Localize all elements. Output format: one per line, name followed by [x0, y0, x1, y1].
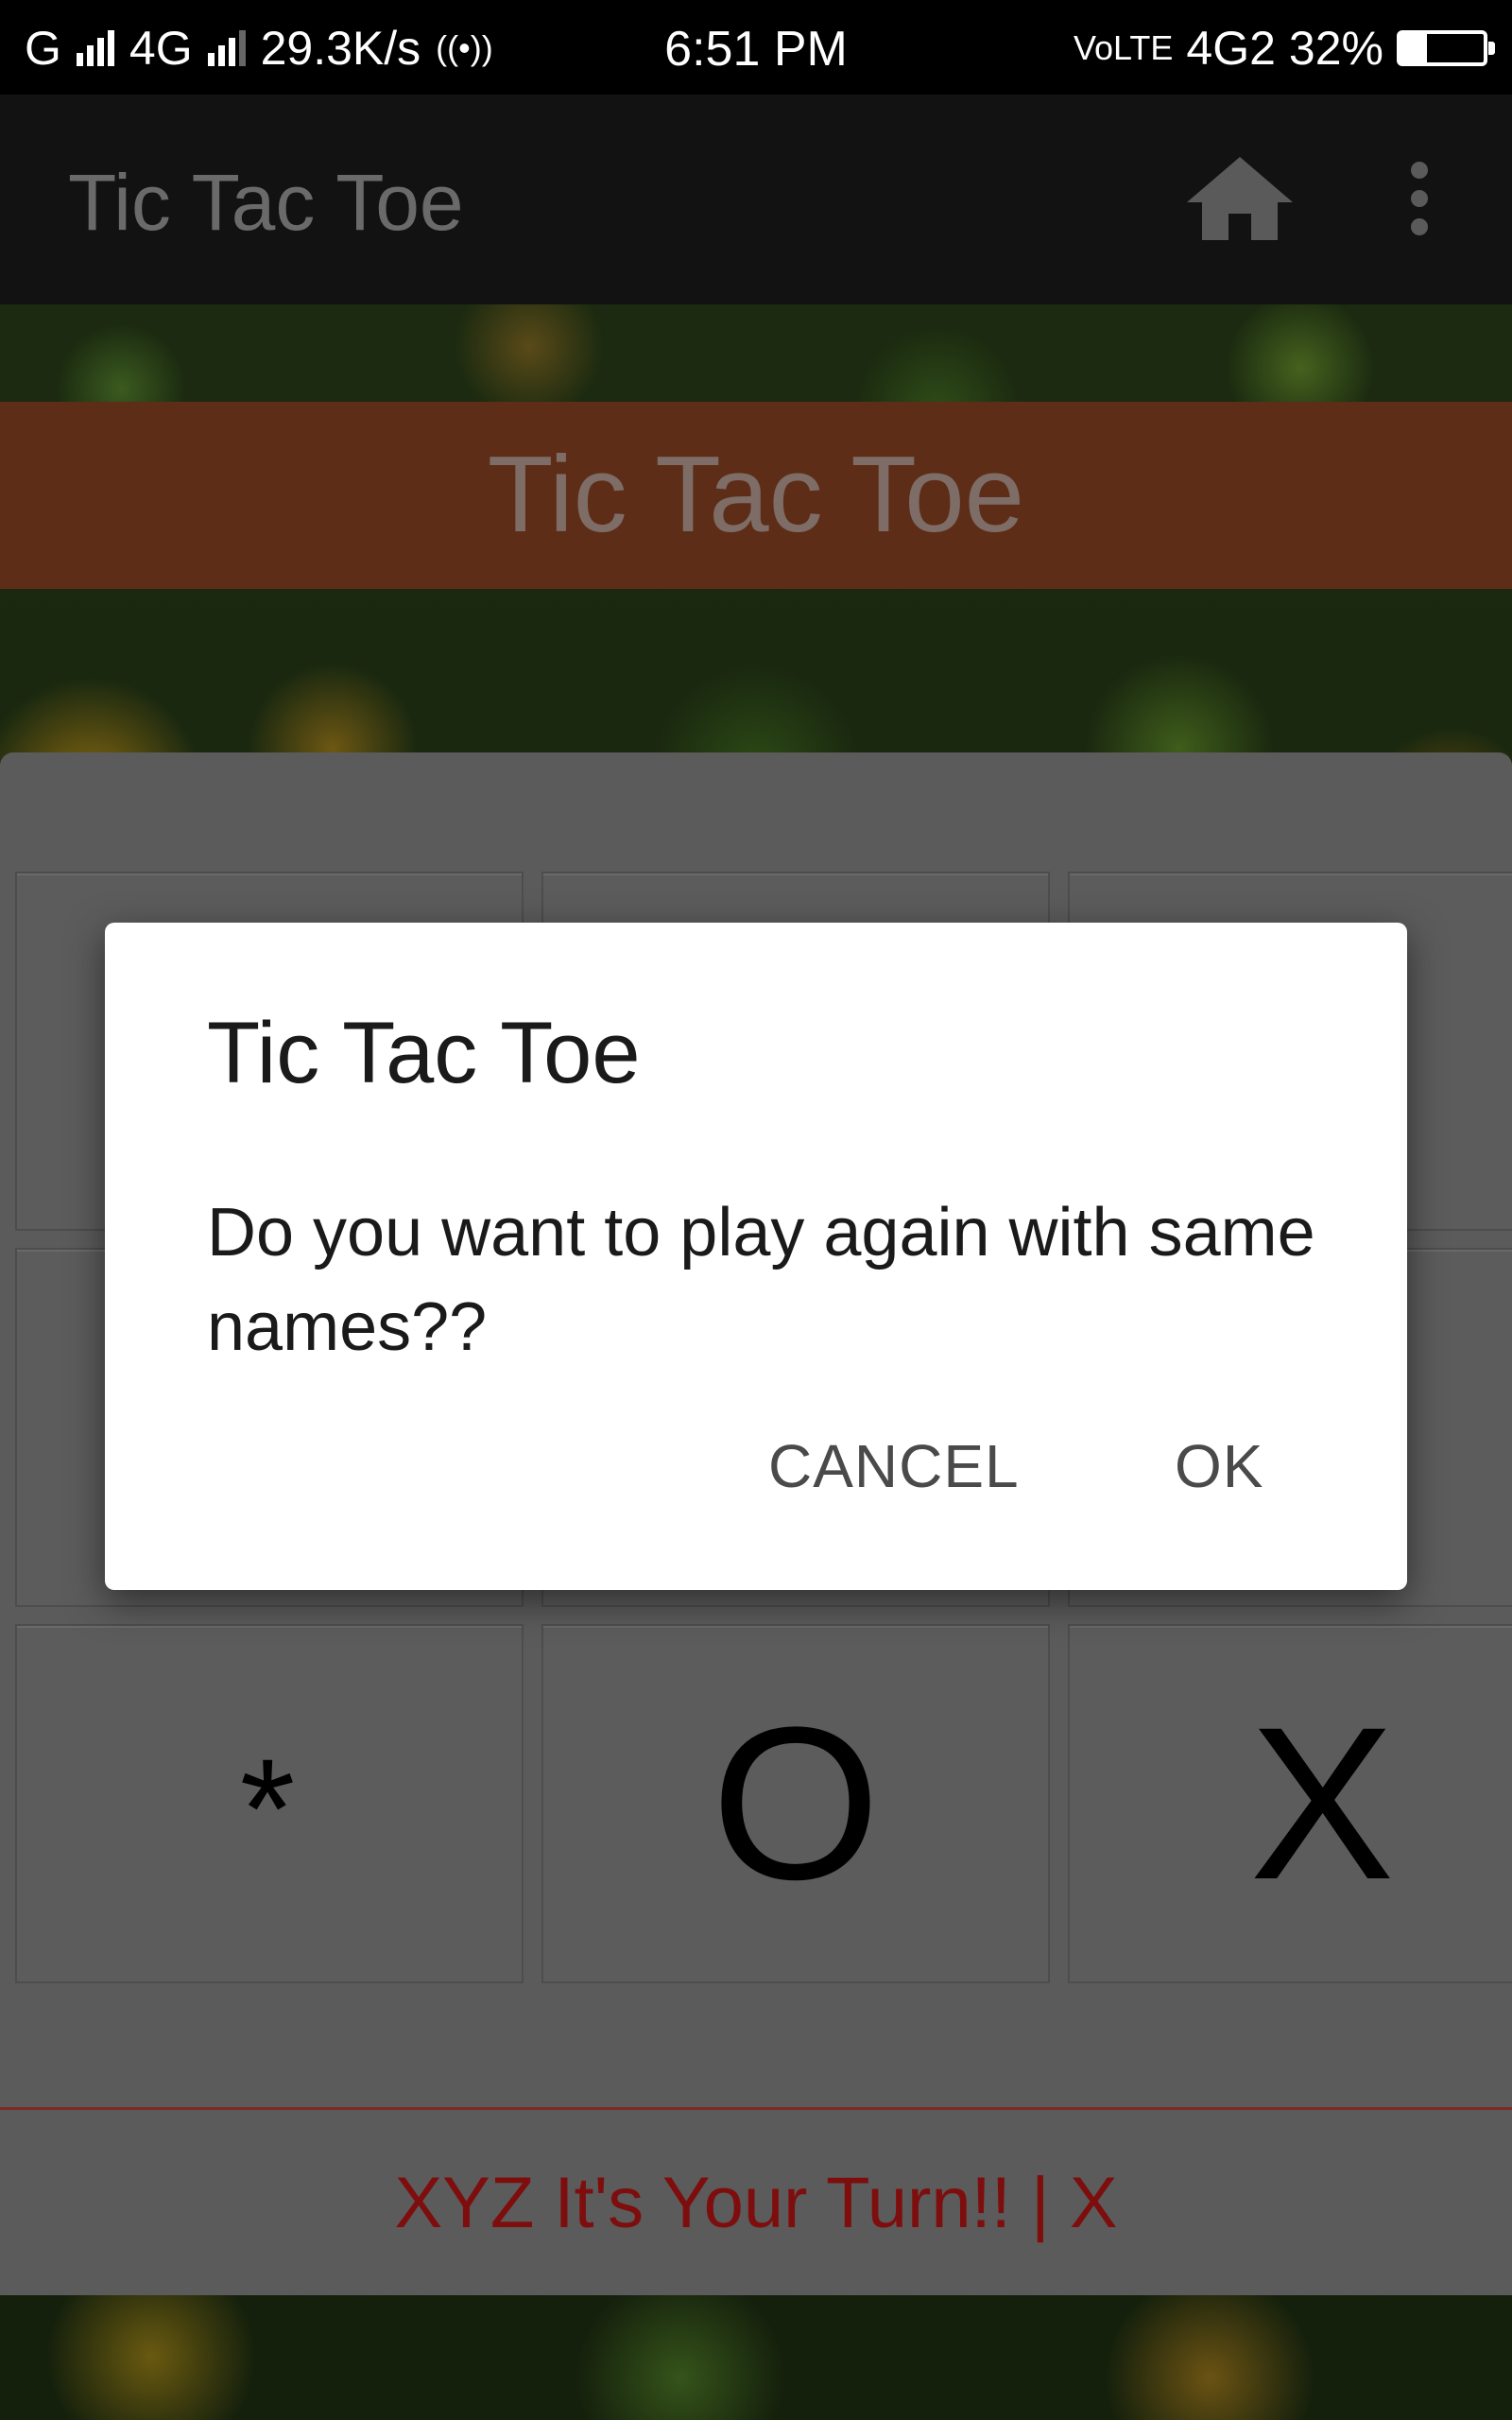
dialog-title: Tic Tac Toe	[207, 1005, 641, 1101]
ok-button[interactable]: OK	[1175, 1431, 1263, 1501]
cell-mark: X	[1249, 1682, 1395, 1925]
charging-bolt-icon: ⚡	[1431, 27, 1453, 63]
board-cell-8[interactable]: O	[541, 1624, 1050, 1983]
turn-indicator: XYZ It's Your Turn!! | X	[394, 2163, 1118, 2243]
more-vert-icon	[1411, 162, 1428, 235]
cell-mark: *	[239, 1729, 296, 1888]
cancel-button[interactable]: CANCEL	[768, 1431, 1020, 1501]
board-cell-7[interactable]: *	[15, 1624, 524, 1983]
game-title-banner: Tic Tac Toe	[0, 402, 1512, 589]
board-cell-9[interactable]: X	[1068, 1624, 1512, 1983]
app-bar: Tic Tac Toe	[0, 95, 1512, 304]
turn-divider	[0, 2107, 1512, 2110]
app-title: Tic Tac Toe	[68, 158, 464, 247]
volte-icon: VoLTE	[1074, 28, 1174, 67]
overflow-menu-button[interactable]	[1389, 159, 1450, 238]
home-button[interactable]	[1183, 153, 1297, 244]
play-again-dialog: Tic Tac Toe Do you want to play again wi…	[105, 923, 1407, 1590]
status-right: VoLTE 4G2 32% ⚡	[1074, 21, 1495, 76]
network-type: 4G2	[1186, 22, 1276, 75]
battery-icon: ⚡	[1397, 27, 1495, 66]
home-icon	[1187, 157, 1293, 240]
cell-mark: O	[711, 1682, 881, 1925]
dialog-message: Do you want to play again with same name…	[207, 1195, 1315, 1365]
battery-percent: 32%	[1288, 22, 1383, 75]
status-bar: G 4G 29.3K/s ((•)) 6:51 PM VoLTE 4G2 32%…	[0, 0, 1512, 95]
